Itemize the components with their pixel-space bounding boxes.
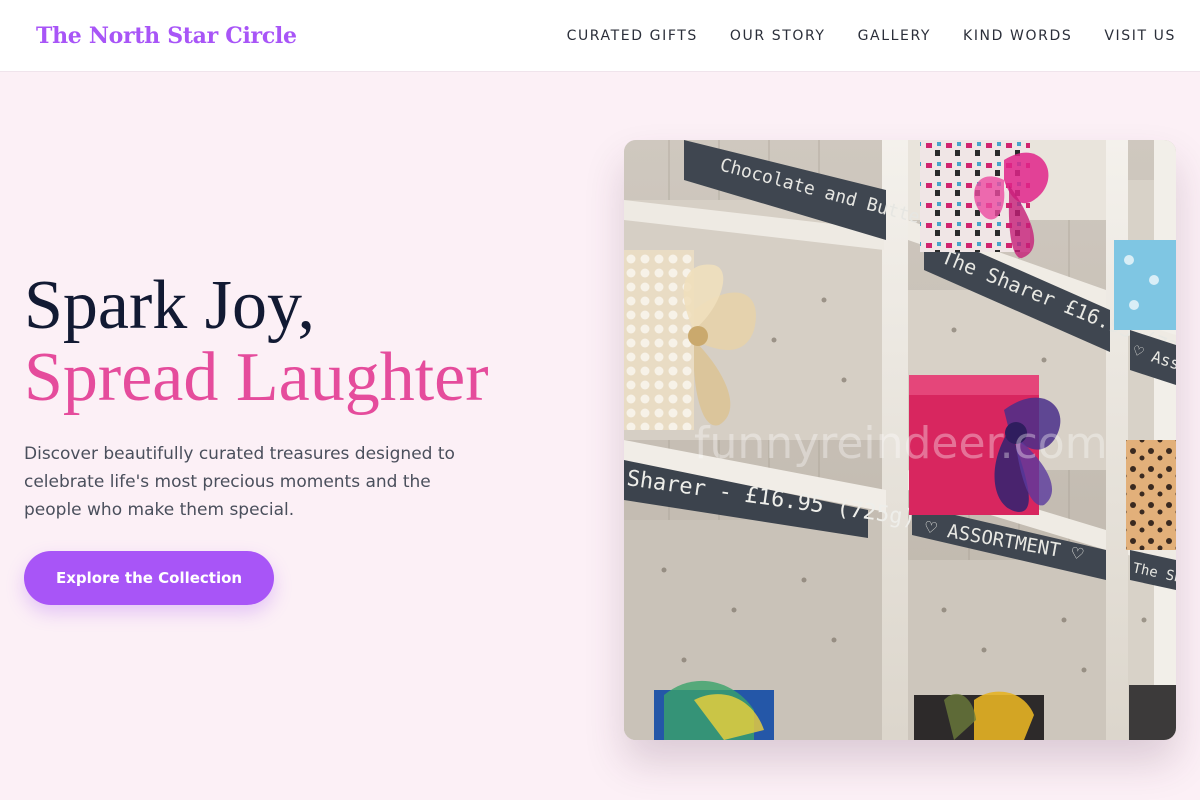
- photo-watermark: funnyreindeer.com: [694, 418, 1108, 469]
- hero-title-line-2: Spread Laughter: [24, 339, 489, 416]
- main-nav: CURATED GIFTS OUR STORY GALLERY KIND WOR…: [535, 28, 1176, 44]
- nav-link-visit-us[interactable]: VISIT US: [1104, 28, 1176, 44]
- nav-link-curated-gifts[interactable]: CURATED GIFTS: [567, 28, 698, 44]
- hero-text: Spark Joy, Spread Laughter Discover beau…: [24, 270, 584, 605]
- gift-box-confetti: [920, 140, 1049, 259]
- nav-link-kind-words[interactable]: KIND WORDS: [963, 28, 1072, 44]
- hero-photo-gift-shelves: Chocolate and Butterscotch The Sharer £1…: [624, 140, 1176, 740]
- shelf-upright-right: [1106, 140, 1128, 740]
- explore-collection-button[interactable]: Explore the Collection: [24, 551, 275, 605]
- gift-box-bottom-middle: [914, 691, 1044, 740]
- nav-link-gallery[interactable]: GALLERY: [858, 28, 931, 44]
- gift-shelves-illustration: Chocolate and Butterscotch The Sharer £1…: [624, 140, 1176, 740]
- hero-title: Spark Joy, Spread Laughter: [24, 270, 584, 414]
- nav-link-our-story[interactable]: OUR STORY: [730, 28, 826, 44]
- site-header: The North Star Circle CURATED GIFTS OUR …: [0, 0, 1200, 72]
- hero-title-line-1: Spark Joy,: [24, 267, 316, 344]
- gift-box-blue: [1114, 240, 1176, 330]
- gift-box-leopard: [1126, 440, 1176, 550]
- hero-description: Discover beautifully curated treasures d…: [24, 444, 455, 520]
- brand-logo-link[interactable]: The North Star Circle: [36, 23, 297, 49]
